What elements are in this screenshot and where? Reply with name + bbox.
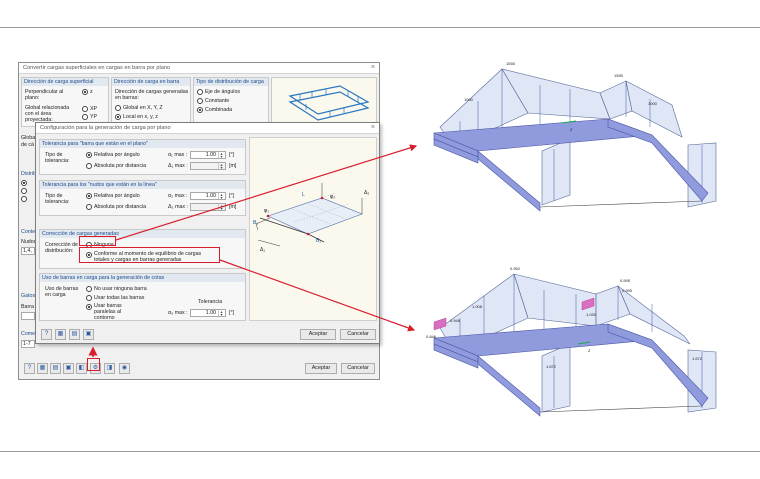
load-value: 1555 [614,73,624,78]
load-value: 0.952 [510,266,521,271]
load-value: 1.672 [546,364,557,369]
load-value: 0.595 [620,278,631,283]
load-value: 0.846 [426,334,437,339]
load-value: 1.008 [472,304,483,309]
axis-label: Z [588,348,591,353]
load-value: 1.672 [692,356,703,361]
load-value: 0.995 [622,288,633,293]
load-value: 1000 [464,97,474,102]
load-value: 0.948 [450,318,461,323]
load-value: 1.030 [586,312,597,317]
load-value: 1555 [506,61,516,66]
model-bottom-view: 0.952 0.595 1.008 0.995 0.846 1.030 0.94… [426,266,717,417]
model-top-view: 1555 1555 1000 1000 Z [433,61,717,212]
load-value: 1000 [648,101,658,106]
